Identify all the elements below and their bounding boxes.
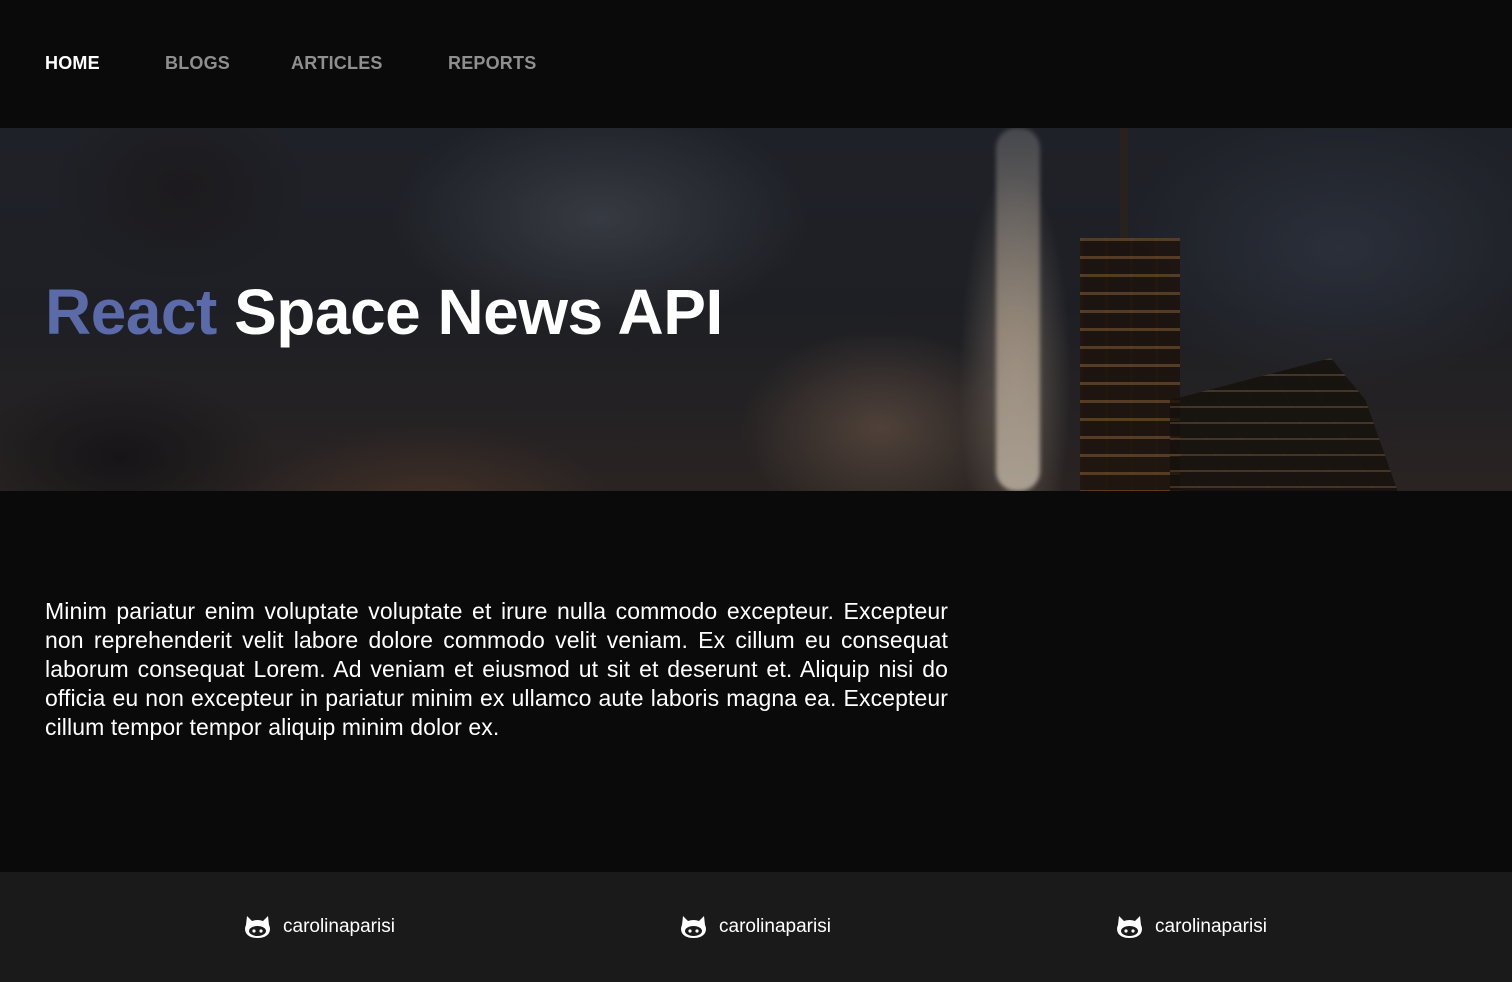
- footer-github-link-1[interactable]: carolinaparisi: [244, 914, 395, 940]
- footer-github-link-2[interactable]: carolinaparisi: [680, 914, 831, 940]
- nav-home-link[interactable]: HOME: [45, 53, 100, 73]
- footer-link-label: carolinaparisi: [283, 916, 395, 937]
- nav-blogs-link[interactable]: BLOGS: [165, 53, 230, 73]
- github-icon: [245, 916, 270, 938]
- hero-title: React Space News API: [45, 276, 723, 348]
- nav-articles-link[interactable]: ARTICLES: [291, 53, 383, 73]
- top-navbar: HOME BLOGS ARTICLES REPORTS: [0, 0, 1512, 128]
- nav-reports-link[interactable]: REPORTS: [448, 53, 536, 73]
- github-icon: [1117, 916, 1142, 938]
- footer-link-label: carolinaparisi: [1155, 916, 1267, 937]
- intro-paragraph: Minim pariatur enim voluptate voluptate …: [45, 598, 948, 740]
- footer-link-label: carolinaparisi: [719, 916, 831, 937]
- hero-title-rest: Space News API: [234, 276, 723, 348]
- hero-title-accent: React: [45, 276, 217, 348]
- hero-banner: React Space News API: [0, 128, 1512, 491]
- github-icon: [681, 916, 706, 938]
- footer-github-link-3[interactable]: carolinaparisi: [1116, 914, 1267, 940]
